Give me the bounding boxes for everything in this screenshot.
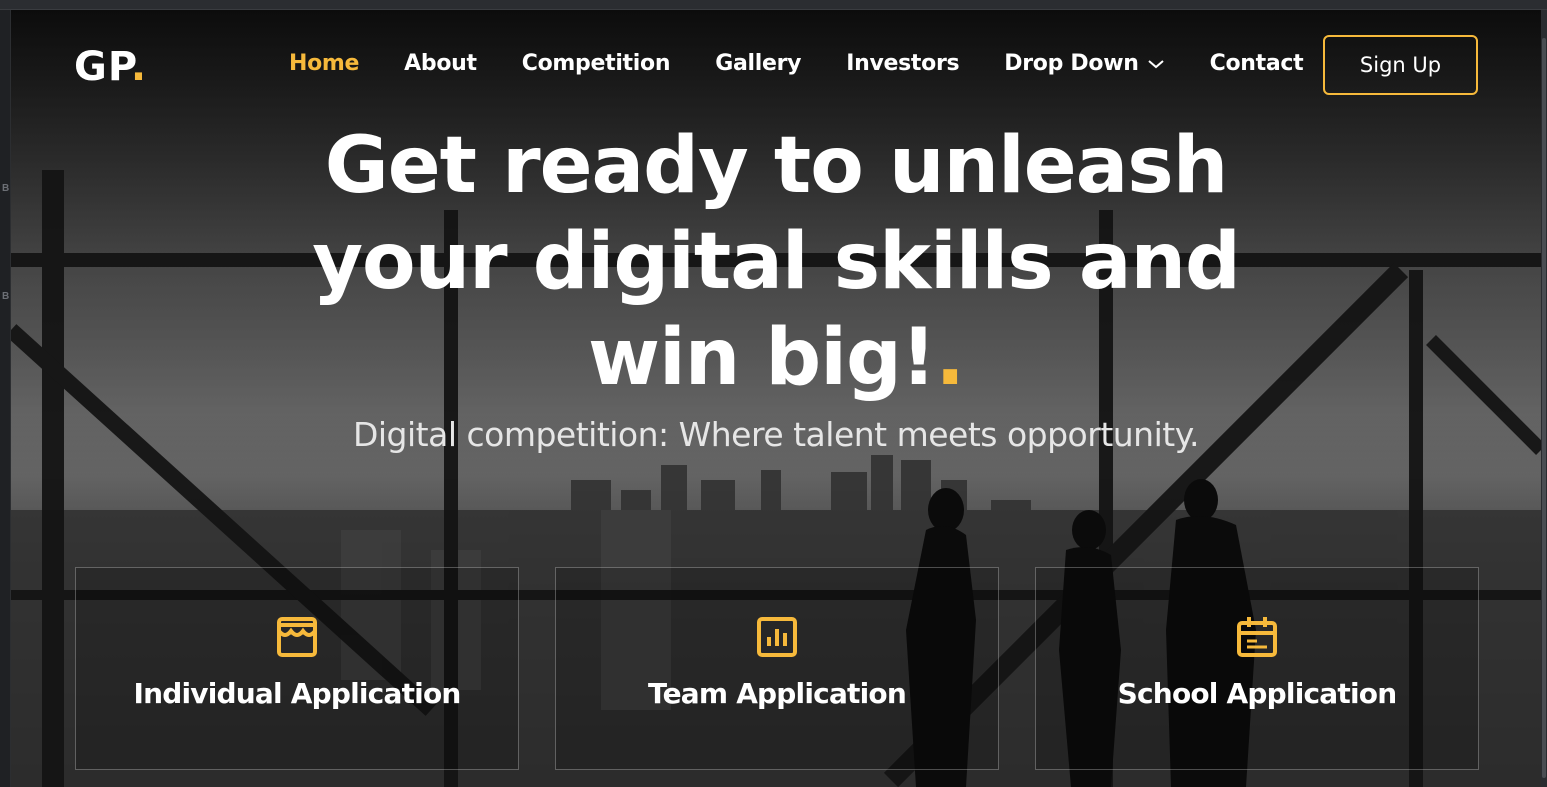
bar-chart-icon	[757, 617, 797, 657]
nav-competition[interactable]: Competition	[522, 51, 671, 76]
sign-up-button[interactable]: Sign Up	[1323, 35, 1478, 95]
window-top-bar	[0, 0, 1547, 10]
nav-dropdown-label: Drop Down	[1004, 51, 1139, 76]
headline-line-2: your digital skills and	[312, 217, 1241, 307]
chevron-down-icon	[1147, 59, 1164, 68]
nav-home[interactable]: Home	[289, 51, 359, 76]
logo-dot: .	[130, 44, 148, 90]
headline-dot: .	[935, 313, 965, 403]
nav-gallery[interactable]: Gallery	[715, 51, 801, 76]
headline-line-1: Get ready to unleash	[324, 121, 1229, 211]
nav-about[interactable]: About	[404, 51, 477, 76]
nav-dropdown[interactable]: Drop Down	[1004, 51, 1164, 76]
scrollbar-thumb[interactable]	[1542, 38, 1546, 778]
hero-subtitle: Digital competition: Where talent meets …	[352, 415, 1200, 454]
headline-line-3: win big!.	[211, 310, 1341, 406]
nav-investors[interactable]: Investors	[846, 51, 959, 76]
card-label: Team Application	[648, 677, 907, 710]
card-label: School Application	[1117, 677, 1398, 710]
storefront-icon	[277, 617, 317, 657]
editor-gutter: B B	[0, 10, 11, 787]
gutter-glyph: B	[2, 183, 10, 194]
individual-application-card[interactable]: Individual Application	[75, 567, 519, 770]
gutter-glyph: B	[2, 291, 10, 302]
site-logo[interactable]: GP.	[74, 44, 147, 90]
card-label: Individual Application	[133, 677, 461, 710]
vertical-scrollbar[interactable]	[1541, 10, 1547, 787]
team-application-card[interactable]: Team Application	[555, 567, 999, 770]
logo-text: GP	[74, 44, 131, 90]
school-application-card[interactable]: School Application	[1035, 567, 1479, 770]
hero-section: GP. Home About Competition Gallery Inves…	[11, 10, 1541, 787]
hero-headline: Get ready to unleash your digital skills…	[211, 118, 1341, 406]
headline-line-3-text: win big!	[587, 313, 936, 403]
main-nav: Home About Competition Gallery Investors…	[289, 51, 1348, 76]
calendar-icon	[1237, 617, 1277, 657]
nav-contact[interactable]: Contact	[1210, 51, 1304, 76]
